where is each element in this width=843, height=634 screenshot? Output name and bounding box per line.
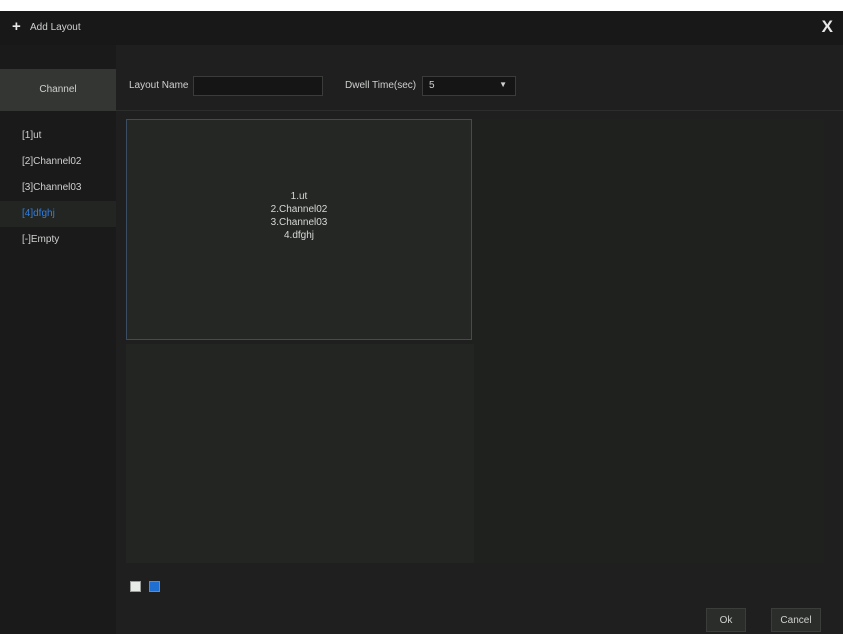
dwell-time-value: 5 bbox=[429, 80, 435, 91]
dwell-time-select[interactable]: 5 ▼ bbox=[422, 76, 516, 96]
layout-name-label: Layout Name bbox=[129, 80, 189, 91]
channel-list: [1]ut [2]Channel02 [3]Channel03 [4]dfghj… bbox=[0, 123, 116, 253]
channel-item-2[interactable]: [2]Channel02 bbox=[0, 149, 116, 175]
chevron-down-icon: ▼ bbox=[499, 80, 507, 89]
layout-cell-2[interactable] bbox=[472, 119, 824, 344]
ok-button[interactable]: Ok bbox=[706, 608, 746, 632]
toolbar-divider bbox=[116, 110, 843, 111]
layout-cell-4[interactable] bbox=[474, 344, 824, 563]
channel-sidebar: Channel [1]ut [2]Channel02 [3]Channel03 … bbox=[0, 45, 116, 634]
cell-1-line-1: 1.ut bbox=[290, 191, 308, 202]
layout-cell-1[interactable]: 1.ut 2.Channel02 3.Channel03 4.dfghj bbox=[126, 119, 472, 340]
channel-item-4[interactable]: [4]dfghj bbox=[0, 201, 116, 227]
channel-item-1[interactable]: [1]ut bbox=[0, 123, 116, 149]
dialog-title: Add Layout bbox=[30, 22, 81, 33]
channel-item-3[interactable]: [3]Channel03 bbox=[0, 175, 116, 201]
plus-icon: + bbox=[12, 18, 21, 35]
channel-tab[interactable]: Channel bbox=[0, 69, 116, 111]
layout-cell-3[interactable] bbox=[126, 344, 474, 563]
cell-1-line-2: 2.Channel02 bbox=[270, 204, 328, 215]
cell-1-line-4: 4.dfghj bbox=[283, 230, 315, 241]
dialog-titlebar: + Add Layout X bbox=[0, 11, 843, 45]
layout-preview: 1.ut 2.Channel02 3.Channel03 4.dfghj bbox=[126, 119, 824, 563]
dwell-time-label: Dwell Time(sec) bbox=[345, 80, 417, 91]
cancel-button[interactable]: Cancel bbox=[771, 608, 821, 632]
cell-1-line-3: 3.Channel03 bbox=[270, 217, 328, 228]
channel-item-empty[interactable]: [-]Empty bbox=[0, 227, 116, 253]
channel-tab-label: Channel bbox=[39, 84, 77, 95]
cell-1-channel-list: 1.ut 2.Channel02 3.Channel03 4.dfghj bbox=[127, 190, 471, 242]
blue-swatch[interactable] bbox=[149, 581, 160, 592]
white-swatch[interactable] bbox=[130, 581, 141, 592]
close-icon[interactable]: X bbox=[822, 18, 833, 36]
layout-name-input[interactable] bbox=[193, 76, 323, 96]
add-layout-dialog: + Add Layout X Channel [1]ut [2]Channel0… bbox=[0, 11, 843, 634]
